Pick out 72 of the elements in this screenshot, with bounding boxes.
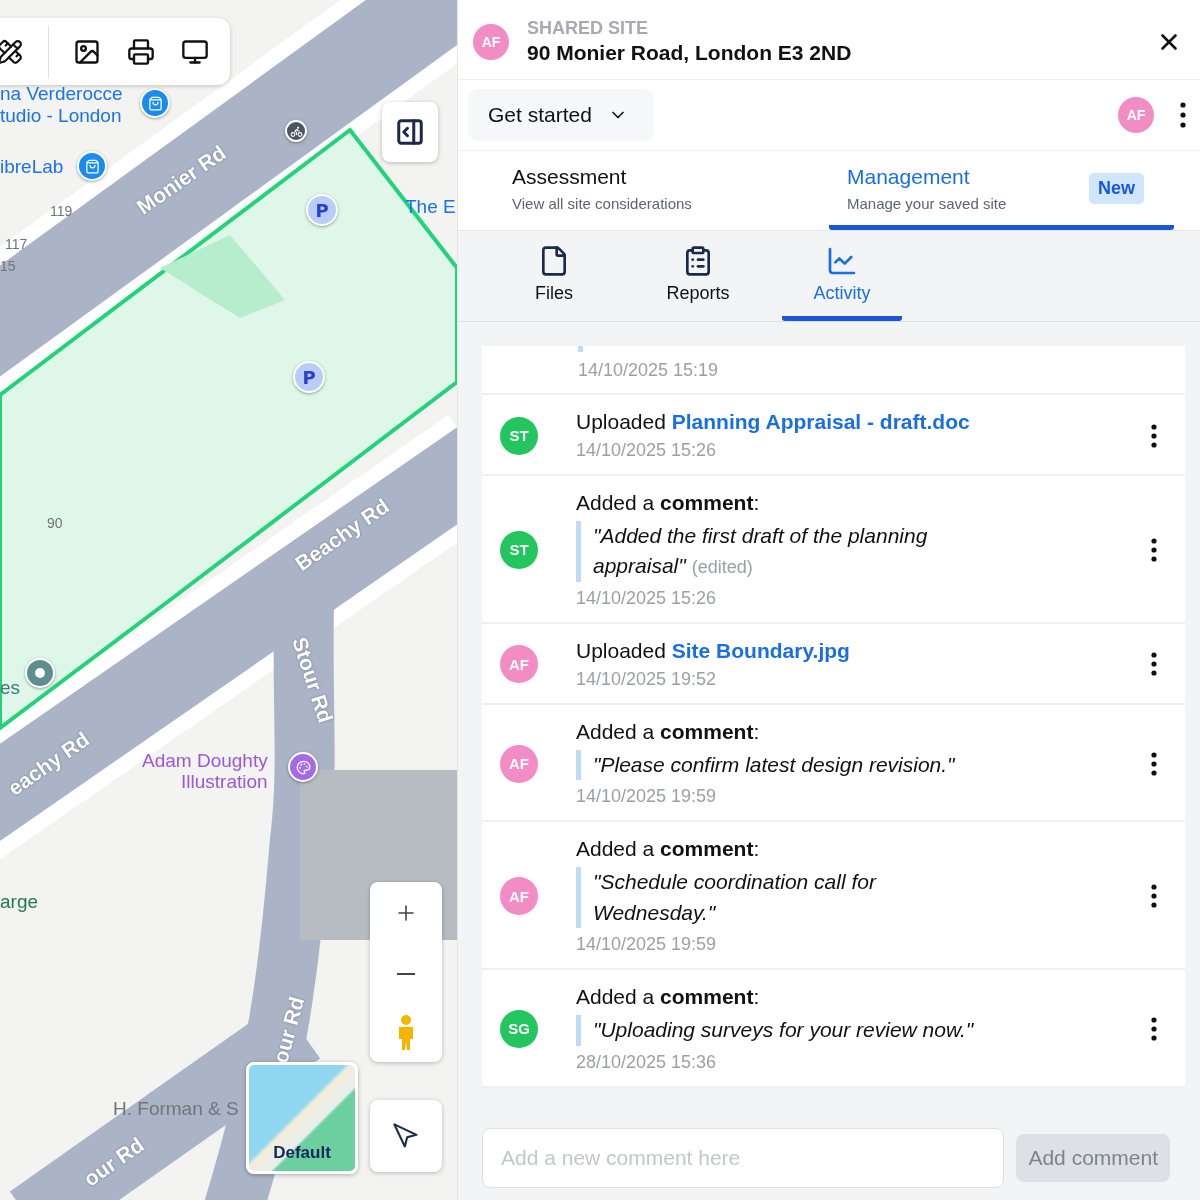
- comment-input[interactable]: Add a new comment here: [482, 1128, 1005, 1188]
- timestamp: 14/10/2025 15:26: [576, 587, 718, 609]
- more-options-button[interactable]: [1151, 652, 1157, 677]
- user-avatar: AF: [500, 645, 538, 684]
- activity-text: Added a comment:: [576, 491, 761, 515]
- place-label: tudio - London: [0, 105, 122, 127]
- site-avatar: AF: [473, 23, 509, 60]
- place-label: na Verderocce: [0, 83, 123, 105]
- timestamp: 14/10/2025 15:19: [578, 360, 720, 381]
- more-options-button[interactable]: [1151, 884, 1157, 909]
- house-number: 90: [47, 515, 63, 531]
- kebab-icon: [1151, 1016, 1157, 1041]
- picture-icon: [73, 37, 101, 66]
- place-label: ibreLab: [0, 156, 64, 178]
- comment-quote: "Added the first draft of the planning appraisal" (edited): [576, 521, 988, 582]
- shop-pin-icon[interactable]: [77, 151, 107, 181]
- panel-icon: [395, 117, 425, 147]
- place-label: Adam Doughty: [142, 750, 268, 772]
- house-number: 117: [5, 236, 28, 252]
- minus-icon: [397, 973, 415, 975]
- site-title: 90 Monier Road, London E3 2ND: [527, 41, 853, 65]
- activity-text: Added a comment:: [576, 985, 761, 1010]
- more-options-button[interactable]: [1151, 423, 1157, 448]
- line-chart-icon: [826, 245, 858, 277]
- activity-text: Added a comment:: [576, 719, 761, 744]
- activity-text: Added a comment:: [576, 837, 761, 862]
- place-label: Illustration: [181, 771, 268, 793]
- place-label: H. Forman & S: [113, 1098, 239, 1120]
- kebab-icon: [1151, 537, 1157, 562]
- comment-quote: "Uploading surveys for your review now.": [576, 1015, 988, 1046]
- locate-button[interactable]: [370, 1100, 442, 1172]
- display-icon: [181, 37, 209, 66]
- user-avatar: SG: [500, 1009, 538, 1048]
- navigation-arrow-icon: [392, 1122, 420, 1150]
- more-options-button[interactable]: [1151, 751, 1157, 776]
- shop-pin-icon[interactable]: [140, 88, 170, 118]
- activity-text: Uploaded Planning Appraisal - draft.doc: [576, 410, 971, 434]
- view-tab[interactable]: Reports: [638, 231, 758, 321]
- timestamp: 14/10/2025 19:52: [576, 668, 718, 690]
- street-label: Stour Rd: [287, 634, 338, 726]
- ruler-pencil-icon: [0, 38, 23, 65]
- activity-text: Uploaded Site Boundary.jpg: [576, 638, 851, 663]
- view-tab[interactable]: Files: [494, 231, 614, 321]
- site-eyebrow: SHARED SITE: [527, 18, 650, 39]
- timestamp: 14/10/2025 15:26: [576, 440, 718, 461]
- new-badge: New: [1089, 173, 1144, 204]
- place-label: arge: [0, 891, 39, 913]
- user-avatar: AF: [500, 744, 538, 783]
- file-link[interactable]: Site Boundary.jpg: [671, 638, 850, 662]
- panel-toggle-button[interactable]: [382, 102, 438, 162]
- more-options-button[interactable]: [1151, 1016, 1157, 1041]
- house-number: 15: [0, 258, 16, 274]
- timestamp: 14/10/2025 19:59: [576, 934, 718, 956]
- file-link[interactable]: Planning Appraisal - draft.doc: [671, 410, 970, 433]
- house-number: 119: [50, 203, 73, 219]
- street-label: our Rd: [79, 1132, 149, 1192]
- user-avatar: AF: [500, 877, 538, 916]
- user-avatar: ST: [500, 416, 538, 455]
- comment-quote: "Schedule coordination call for Wednesday.": [576, 867, 988, 929]
- get-started-dropdown[interactable]: Get started: [468, 89, 654, 141]
- user-avatar: ST: [500, 530, 538, 569]
- print-icon: [127, 37, 155, 66]
- kebab-icon: [1151, 423, 1157, 448]
- timestamp: 14/10/2025 19:59: [576, 786, 718, 808]
- comment-quote: "Please confirm latest design revision.": [576, 749, 988, 781]
- more-options-button[interactable]: [1180, 102, 1186, 128]
- kebab-icon: [1151, 652, 1157, 677]
- kebab-icon: [1180, 102, 1186, 128]
- timestamp: 28/10/2025 15:36: [576, 1051, 718, 1073]
- kebab-icon: [1151, 751, 1157, 776]
- kebab-icon: [1151, 884, 1157, 909]
- more-options-button[interactable]: [1151, 537, 1157, 562]
